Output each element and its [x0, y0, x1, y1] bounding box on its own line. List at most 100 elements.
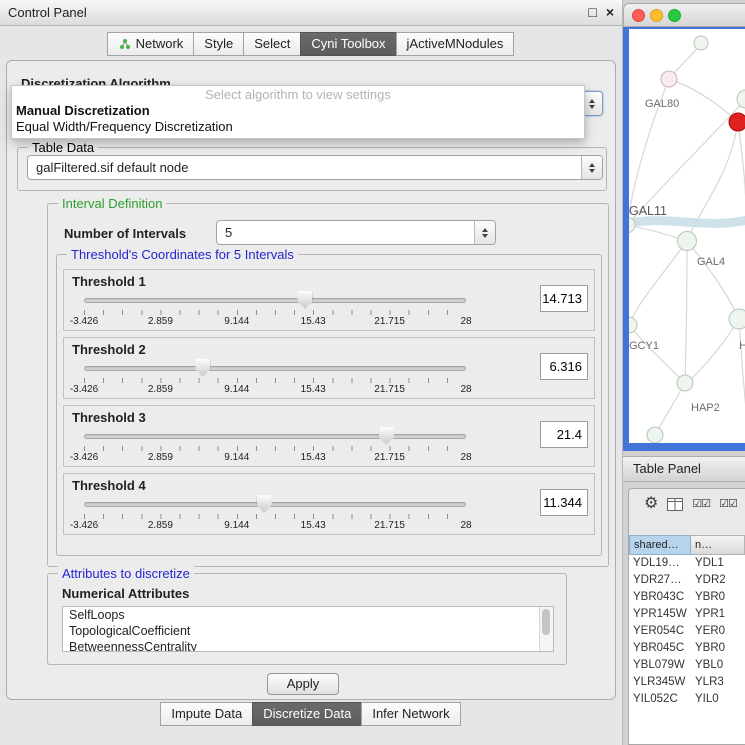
tab-impute-data[interactable]: Impute Data [160, 702, 253, 726]
minimize-traffic-button[interactable] [650, 9, 663, 22]
slider-thumb[interactable] [297, 291, 312, 309]
table-data-combo[interactable]: galFiltered.sif default node [27, 155, 603, 180]
combo-arrows-icon [474, 221, 495, 244]
attributes-group: Attributes to discretize Numerical Attri… [47, 573, 567, 665]
tab-label: Impute Data [171, 706, 242, 721]
slider-track[interactable] [84, 366, 466, 371]
attributes-scrollbar[interactable] [539, 607, 553, 651]
thresholds-group-title: Threshold's Coordinates for 5 Intervals [67, 247, 298, 262]
table-panel-header: Table Panel [623, 456, 745, 482]
threshold-1-label: Threshold 1 [72, 274, 146, 289]
tab-style[interactable]: Style [193, 32, 244, 56]
slider-ticks [84, 378, 466, 383]
tab-select[interactable]: Select [243, 32, 301, 56]
slider-tick-labels: -3.426 2.859 9.144 15.43 21.715 28 [84, 384, 466, 396]
tab-label: jActiveMNodules [407, 36, 504, 51]
scrollbar-thumb[interactable] [542, 609, 550, 635]
apply-button[interactable]: Apply [267, 673, 339, 695]
dropdown-item-manual-discretization[interactable]: Manual Discretization [12, 103, 584, 119]
checkbox-icon-partial[interactable]: ☑☑ [719, 499, 737, 510]
table-row[interactable]: YLR345WYLR3 [629, 674, 745, 691]
table-rows: YDL19…YDL1 YDR27…YDR2 YBR043CYBR0 YPR145… [629, 555, 745, 744]
float-window-icon[interactable]: □ [588, 4, 596, 20]
combo-arrows-icon [581, 156, 602, 179]
tab-discretize-data[interactable]: Discretize Data [252, 702, 362, 726]
list-item-topologicalcoefficient[interactable]: TopologicalCoefficient [63, 623, 553, 639]
table-row[interactable]: YER054CYER0 [629, 623, 745, 640]
threshold-4-slider[interactable]: -3.426 2.859 9.144 15.43 21.715 28 [84, 495, 466, 533]
tab-label: Select [254, 36, 290, 51]
attributes-group-title: Attributes to discretize [58, 566, 194, 581]
slider-tick-labels: -3.426 2.859 9.144 15.43 21.715 28 [84, 316, 466, 328]
control-panel-window: Control Panel □× Network Style Select Cy… [0, 0, 623, 745]
slider-track[interactable] [84, 434, 466, 439]
column-header-shared-name[interactable]: shared… [629, 535, 691, 555]
node[interactable] [694, 36, 708, 50]
close-traffic-button[interactable] [632, 9, 645, 22]
tab-infer-network[interactable]: Infer Network [361, 702, 460, 726]
numerical-attributes-label: Numerical Attributes [62, 586, 189, 601]
gear-icon[interactable]: ⚙ [644, 496, 658, 512]
node-gcy1[interactable] [629, 317, 637, 333]
threshold-4-value-field[interactable]: 11.344 [540, 489, 588, 516]
tab-label: Network [136, 36, 184, 51]
table-row[interactable]: YDR27…YDR2 [629, 572, 745, 589]
list-item-betweennesscentrality[interactable]: BetweennessCentrality [63, 639, 553, 652]
node-label-gal4: GAL4 [697, 256, 725, 268]
threshold-2-label: Threshold 2 [72, 342, 146, 357]
table-data-group-title: Table Data [28, 140, 98, 155]
node-gal4[interactable] [678, 232, 697, 251]
zoom-traffic-button[interactable] [668, 9, 681, 22]
threshold-2-value-field[interactable]: 6.316 [540, 353, 588, 380]
slider-thumb[interactable] [379, 427, 394, 445]
interval-definition-group-title: Interval Definition [58, 196, 166, 211]
node-gal80[interactable] [661, 71, 677, 87]
list-item-selfloops[interactable]: SelfLoops [63, 607, 553, 623]
network-graph: GAL80 GAL11 GAL4 GCY1 HAP2 H [629, 29, 745, 443]
threshold-3-label: Threshold 3 [72, 410, 146, 425]
table-toolbar: ⚙ ☑☑ ☑☑ [629, 489, 745, 519]
tab-jactivemnodules[interactable]: jActiveMNodules [396, 32, 515, 56]
table-row[interactable]: YIL052CYIL0 [629, 691, 745, 708]
network-canvas[interactable]: GAL80 GAL11 GAL4 GCY1 HAP2 H [629, 29, 745, 443]
slider-thumb[interactable] [195, 359, 210, 377]
table-panel-window: ⚙ ☑☑ ☑☑ shared… n… YDL19…YDL1 YDR27…YDR2… [628, 488, 745, 745]
dropdown-item-equal-width-frequency[interactable]: Equal Width/Frequency Discretization [12, 119, 584, 135]
table-row[interactable]: YBR043CYBR0 [629, 589, 745, 606]
node-label-gal11: GAL11 [629, 204, 667, 218]
threshold-2-slider[interactable]: -3.426 2.859 9.144 15.43 21.715 28 [84, 359, 466, 397]
threshold-panel-3: Threshold 3 -3.426 2.859 9.144 15.43 21.… [63, 405, 595, 467]
node-hap2[interactable] [677, 375, 693, 391]
algorithm-dropdown-popup: Select algorithm to view settings Manual… [11, 85, 585, 139]
threshold-3-value-field[interactable]: 21.4 [540, 421, 588, 448]
node[interactable] [647, 427, 663, 443]
column-header-name[interactable]: n… [691, 535, 745, 555]
select-all-checkboxes-icon[interactable]: ☑☑ [692, 499, 710, 510]
node[interactable] [737, 90, 745, 108]
number-of-intervals-combo[interactable]: 5 [216, 220, 496, 245]
tab-cyni-toolbox[interactable]: Cyni Toolbox [300, 32, 396, 56]
tab-network[interactable]: Network [107, 32, 195, 56]
table-row[interactable]: YBL079WYBL0 [629, 657, 745, 674]
slider-track[interactable] [84, 502, 466, 507]
table-row[interactable]: YPR145WYPR1 [629, 606, 745, 623]
table-row[interactable]: YDL19…YDL1 [629, 555, 745, 572]
threshold-1-slider[interactable]: -3.426 2.859 9.144 15.43 21.715 28 [84, 291, 466, 329]
table-row[interactable]: YBR045CYBR0 [629, 640, 745, 657]
table-header-row: shared… n… [629, 535, 745, 555]
threshold-1-value-field[interactable]: 14.713 [540, 285, 588, 312]
selected-red-node[interactable] [729, 113, 745, 131]
cyni-toolbox-panel: Discretization Algorithm Select algorith… [6, 60, 616, 700]
close-icon[interactable]: × [606, 4, 614, 20]
node-label-gal80: GAL80 [645, 98, 679, 110]
threshold-4-label: Threshold 4 [72, 478, 146, 493]
numerical-attributes-list: SelfLoops TopologicalCoefficient Between… [62, 606, 554, 652]
tab-label: Cyni Toolbox [311, 36, 385, 51]
slider-track[interactable] [84, 298, 466, 303]
node[interactable] [729, 309, 745, 329]
threshold-panel-1: Threshold 1 -3.426 2.859 9.144 15.43 21.… [63, 269, 595, 331]
threshold-panel-4: Threshold 4 -3.426 2.859 9.144 15.43 21.… [63, 473, 595, 535]
threshold-3-slider[interactable]: -3.426 2.859 9.144 15.43 21.715 28 [84, 427, 466, 465]
slider-thumb[interactable] [257, 495, 272, 513]
columns-icon[interactable] [667, 498, 683, 511]
